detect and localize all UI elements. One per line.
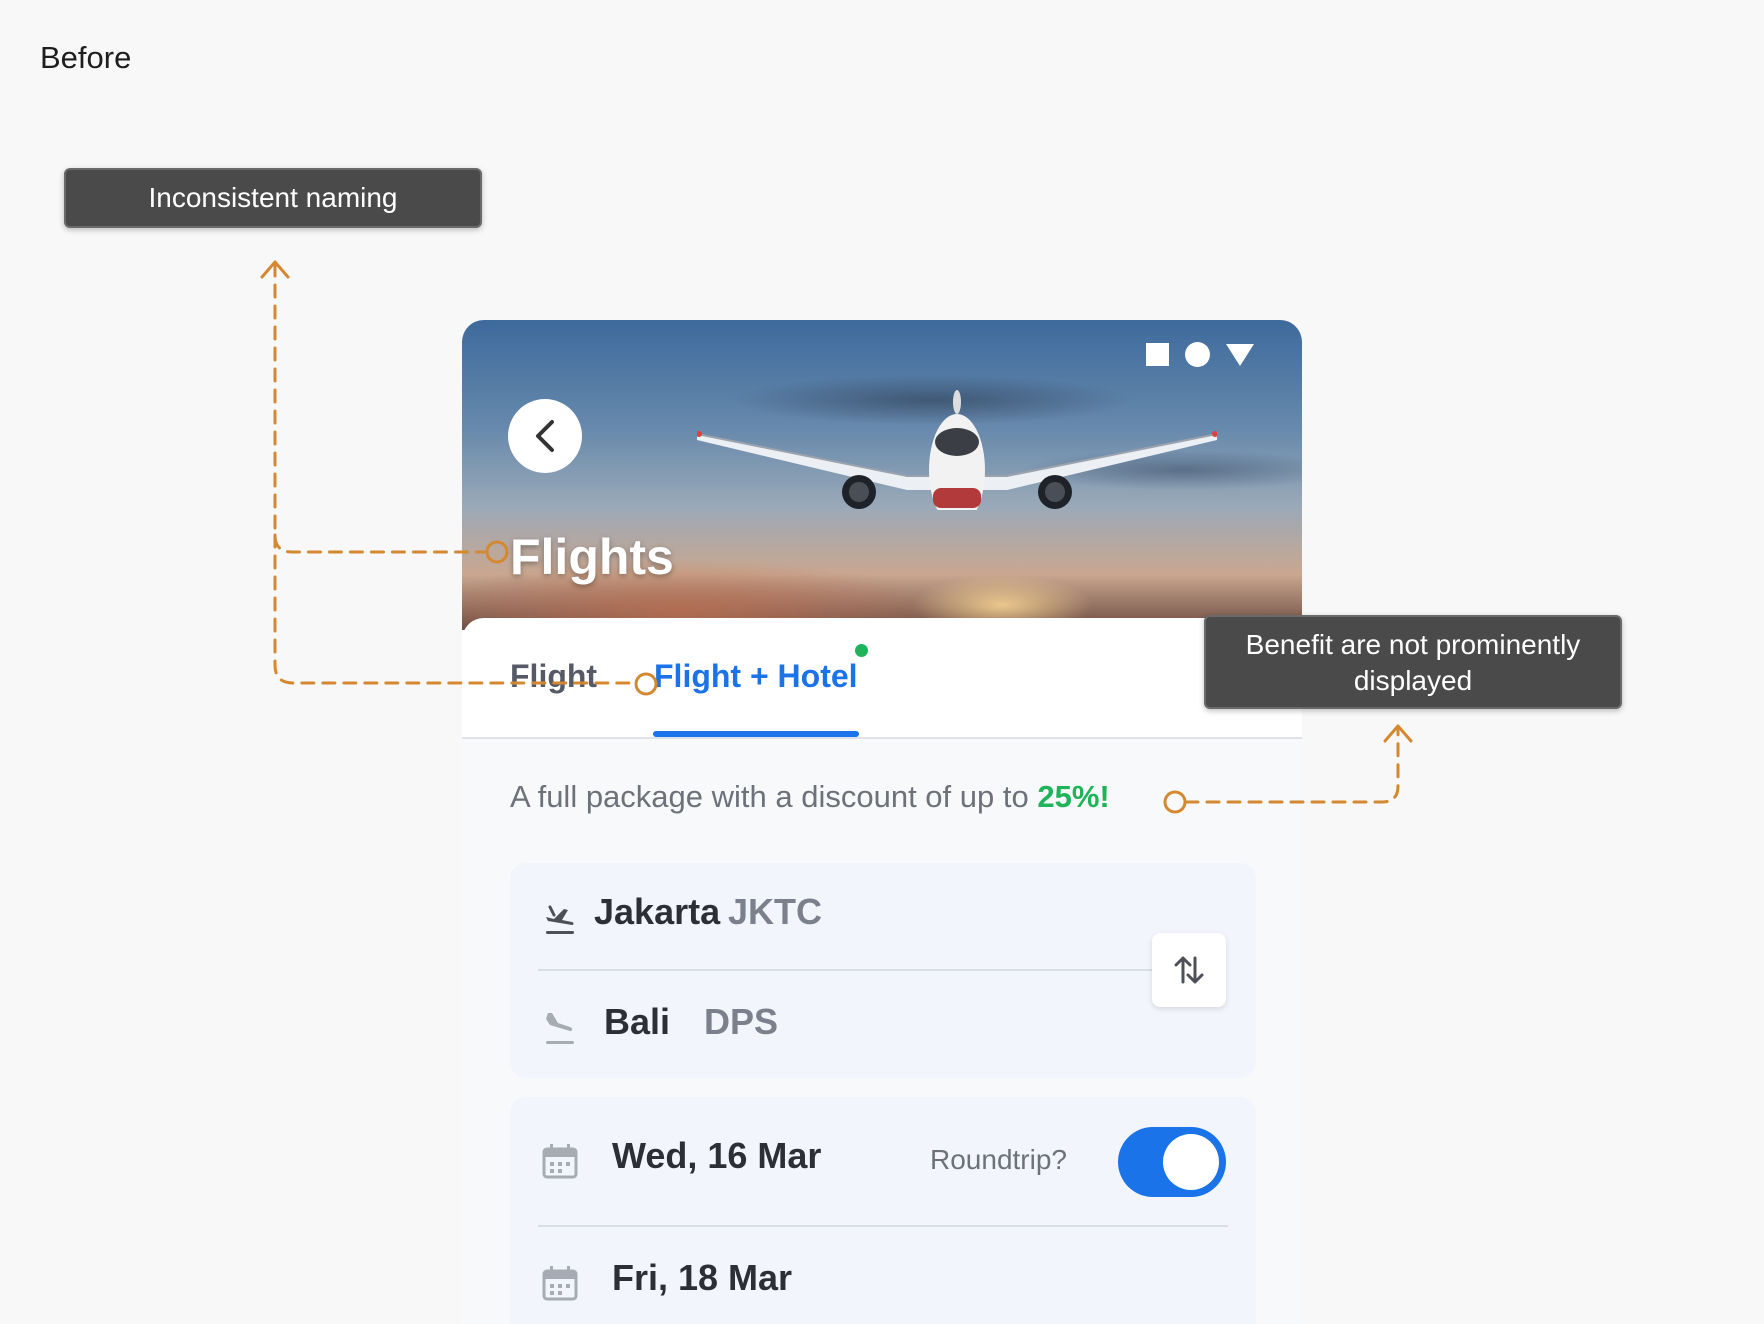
status-bar [1146,342,1254,367]
takeoff-icon [546,905,574,934]
toggle-knob [1163,1134,1219,1190]
booking-form: A full package with a discount of up to … [462,739,1302,1324]
annotation-benefit: Benefit are not prominently displayed [1204,615,1622,709]
route-card: Jakarta JKTC Bali DPS [510,863,1256,1078]
tab-flight[interactable]: Flight [510,658,597,695]
square-icon [1146,343,1169,366]
landing-icon [546,1013,574,1044]
promo-text: A full package with a discount of up to … [510,779,1110,815]
notification-dot [855,644,868,657]
destination-city[interactable]: Bali [604,1001,670,1043]
depart-date[interactable]: Wed, 16 Mar [612,1135,821,1177]
annotation-naming: Inconsistent naming [64,168,482,228]
chevron-left-icon [536,420,554,452]
calendar-icon [542,1266,578,1301]
route-divider [538,969,1158,971]
dates-divider [538,1225,1228,1227]
calendar-icon [542,1144,578,1179]
hero-banner: Flights [462,320,1302,630]
circle-icon [1185,342,1210,367]
return-date[interactable]: Fri, 18 Mar [612,1257,792,1299]
section-label: Before [40,40,132,75]
page-title: Flights [510,529,674,585]
roundtrip-toggle[interactable] [1118,1127,1226,1197]
dates-card: Wed, 16 Mar Roundtrip? Fri, 18 Mar [510,1097,1256,1324]
swap-arrows-icon [1174,956,1204,984]
back-button[interactable] [508,399,582,473]
origin-code: JKTC [728,891,823,932]
promo-message: A full package with a discount of up to [510,779,1038,814]
tab-flight-hotel[interactable]: Flight + Hotel [654,658,858,695]
swap-button[interactable] [1152,933,1226,1007]
booking-sheet: Flight Flight + Hotel A full package wit… [462,618,1302,1324]
phone-screen: Flights Flight Flight + Hotel A full pac… [462,320,1302,1324]
triangle-icon [1226,343,1254,366]
discount-value: 25%! [1037,779,1110,814]
destination-code: DPS [704,1001,779,1042]
airplane-image [697,390,1217,510]
roundtrip-label: Roundtrip? [930,1144,1067,1175]
origin-city[interactable]: Jakarta [594,891,720,933]
